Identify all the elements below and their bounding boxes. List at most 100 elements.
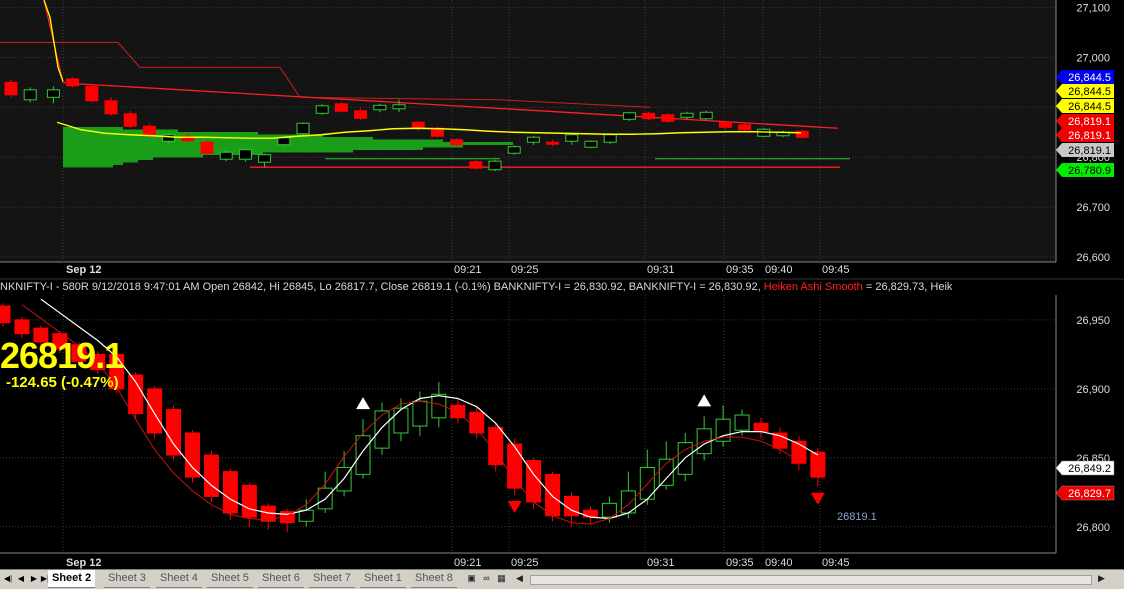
x-tick-label: 09:21 [454,557,482,569]
ha-candle-body [14,319,30,335]
first-sheet-button[interactable]: ◀| [2,572,14,586]
x-tick-label: Sep 12 [66,264,101,276]
candle-body [392,104,406,110]
x-tick-label: 09:45 [822,557,850,569]
candle-body [738,124,752,131]
candle-body [23,89,37,101]
volume-profile-bar [63,164,113,168]
y-tick-label: 27,100 [1076,2,1110,14]
candle-body [334,103,348,112]
price-badge-label: 26,819.1 [1068,145,1111,157]
ha-candle-body [412,400,428,427]
last-price-annotation: 26819.1 [837,511,877,523]
candle-body [296,122,310,135]
ha-candle-body [147,388,163,434]
candle-body [219,151,233,160]
prev-sheet-button[interactable]: ◀ [15,572,27,586]
ha-candle-body [0,305,11,324]
x-tick-label: Sep 12 [66,557,101,569]
candle-body [718,121,732,128]
tab-sheet-8[interactable]: Sheet 8 [411,570,457,588]
tab-sheet-6[interactable]: Sheet 6 [258,570,304,588]
candle-body [622,112,636,120]
x-tick-label: 09:31 [647,557,675,569]
ha-candle-body [374,410,390,449]
candle-body [315,105,329,114]
candle-body [565,134,579,142]
candle-body [699,111,713,120]
candle-body [450,139,464,146]
candle-body [123,113,137,127]
lock-icon[interactable]: ▣ [466,573,477,584]
y-tick-label: 26,700 [1076,202,1110,214]
x-tick-label: 09:40 [765,264,793,276]
candle-body [469,161,483,169]
candle-body [46,89,60,98]
price-axis-bottom[interactable] [1056,295,1124,553]
price-badge-label: 26,844.5 [1068,72,1111,84]
last-price: 26819.1 [0,335,124,376]
tab-sheet-1[interactable]: Sheet 1 [360,570,406,588]
candle-body [661,114,675,122]
link-icon[interactable]: ∞ [481,573,492,584]
sheet-tab-bar: ◀| ◀ ▶ ▶| Sheet 2 Sheet 3 Sheet 4 Sheet … [0,569,1124,589]
ha-candle-body [582,509,598,518]
info-line: NKNIFTY-I - 580R 9/12/2018 9:47:01 AM Op… [0,280,1056,295]
candle-body [142,125,156,136]
tab-sheet-3[interactable]: Sheet 3 [104,570,150,588]
y-tick-label: 26,600 [1076,252,1110,264]
x-tick-label: 09:40 [765,557,793,569]
scroll-right-icon[interactable]: ▶ [1096,573,1107,584]
ha-candle-body [753,422,769,433]
tab-sheet-5[interactable]: Sheet 5 [207,570,253,588]
tab-sheet-7[interactable]: Sheet 7 [309,570,355,588]
ha-candle-body [185,432,200,478]
candle-body [680,112,694,118]
ha-candle-body [469,411,485,434]
candle-body [603,134,617,143]
price-badge-label: 26,819.1 [1068,116,1111,128]
candle-body [354,110,368,119]
candle-body [584,140,598,148]
y-tick-label: 26,950 [1076,315,1110,327]
grid-icon[interactable]: ▦ [496,573,507,584]
tab-sheet-4[interactable]: Sheet 4 [156,570,202,588]
candle-body [642,112,656,120]
y-tick-label: 26,800 [1076,522,1110,534]
candle-body [546,141,560,145]
x-tick-label: 09:25 [511,557,539,569]
ha-candle-body [507,443,523,489]
ha-candle-body [128,374,144,415]
candle-body [507,146,521,154]
info-line-text: NKNIFTY-I - 580R 9/12/2018 9:47:01 AM Op… [0,281,761,293]
scroll-left-icon[interactable]: ◀ [514,573,525,584]
candle-body [373,104,387,111]
candle-body [4,81,18,96]
candle-body [200,141,214,154]
ha-candle-body [203,454,219,497]
x-tick-label: 09:31 [647,264,675,276]
ha-candle-body [734,414,750,431]
price-badge-label: 26,849.2 [1068,463,1111,475]
ha-candle-body [241,484,257,518]
ha-candle-body [222,471,238,514]
price-badge-label: 26,844.5 [1068,86,1111,98]
candle-body [238,149,252,160]
ha-candle-body [166,409,182,456]
candle-body [488,160,502,171]
y-tick-label: 26,900 [1076,384,1110,396]
price-badge-label: 26,829.7 [1068,488,1111,500]
x-tick-label: 09:35 [726,264,754,276]
candle-body [277,137,291,146]
candle-body [526,136,540,143]
tab-sheet-2[interactable]: Sheet 2 [48,570,96,588]
y-tick-label: 27,000 [1076,52,1110,64]
indicator-name: Heiken Ashi Smooth [763,281,863,293]
ha-candle-body [393,407,409,434]
horizontal-scrollbar[interactable] [530,575,1092,585]
x-tick-label: 09:35 [726,557,754,569]
price-badge-label: 26,844.5 [1068,101,1111,113]
candle-body [104,100,118,115]
candle-body [85,85,99,102]
price-badge-label: 26,819.1 [1068,130,1111,142]
